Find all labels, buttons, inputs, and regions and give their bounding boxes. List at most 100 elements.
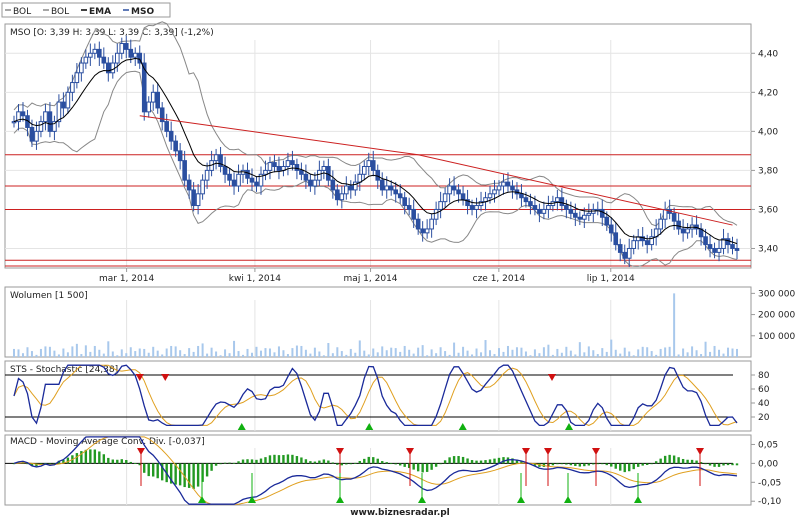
macd-histogram-bar	[336, 463, 339, 465]
macd-histogram-bar	[134, 463, 137, 464]
volume-bar	[556, 348, 559, 357]
macd-histogram-bar	[89, 449, 92, 464]
volume-bar	[188, 348, 191, 357]
macd-histogram-bar	[192, 463, 195, 489]
y-tick-label: 80	[758, 371, 770, 381]
volume-bar	[349, 348, 352, 357]
macd-histogram-bar	[111, 459, 114, 464]
volume-bar	[493, 354, 496, 357]
candle	[11, 121, 17, 124]
candle	[361, 165, 367, 175]
macd-histogram-bar	[596, 463, 599, 465]
macd-histogram-bar	[259, 458, 263, 464]
candle	[101, 56, 107, 64]
sell-signal-marker	[406, 448, 414, 455]
candle	[496, 185, 502, 191]
volume-bar	[53, 350, 56, 357]
volume-bar	[340, 351, 343, 357]
macd-histogram-bar	[390, 463, 393, 465]
macd-histogram-bar	[372, 457, 375, 464]
buy-signal-marker	[458, 423, 467, 430]
volume-bar	[421, 345, 424, 357]
macd-histogram-bar	[484, 460, 487, 464]
volume-bar	[224, 349, 227, 357]
volume-bar	[277, 346, 280, 357]
volume-bar	[57, 354, 60, 357]
macd-histogram-bar	[178, 463, 182, 486]
volume-bar	[533, 349, 536, 357]
volume-bar	[614, 349, 617, 357]
candle	[487, 193, 493, 199]
candle	[541, 208, 547, 214]
y-tick-label: 4,40	[758, 49, 778, 59]
volume-bar	[596, 354, 599, 357]
candle	[299, 169, 304, 175]
macd-histogram-bar	[659, 458, 662, 464]
buy-signal-marker	[418, 496, 426, 503]
candle	[92, 48, 98, 54]
volume-bar	[98, 349, 101, 357]
candle	[712, 247, 717, 253]
macd-histogram-bar	[681, 458, 685, 464]
x-tick-label: kwi 1, 2014	[229, 274, 282, 284]
volume-bar	[731, 348, 734, 357]
volume-bar	[574, 354, 577, 357]
sell-signal-marker	[548, 374, 556, 381]
candle	[110, 62, 116, 74]
macd-histogram-bar	[434, 463, 438, 467]
macd-histogram-bar	[717, 463, 721, 467]
macd-histogram-bar	[232, 462, 236, 464]
candle	[83, 56, 89, 64]
candle	[146, 101, 152, 113]
volume-bar	[313, 347, 316, 357]
candle	[267, 162, 273, 171]
macd-histogram-bar	[565, 463, 568, 465]
volume-bar	[30, 351, 33, 357]
volume-bar	[210, 347, 213, 357]
macd-histogram-bar	[587, 463, 591, 466]
volume-bar	[165, 348, 168, 357]
volume-bar	[291, 348, 294, 357]
volume-bar	[219, 355, 222, 357]
macd-histogram-bar	[394, 463, 397, 465]
volume-bar	[93, 345, 96, 357]
candle	[119, 43, 125, 54]
volume-bar	[134, 351, 137, 357]
macd-histogram-bar	[632, 463, 635, 470]
y-tick-label: 3,40	[758, 244, 778, 254]
candle	[429, 218, 434, 230]
volume-bar	[300, 345, 303, 357]
sell-signal-marker	[592, 448, 600, 455]
candle	[308, 179, 313, 187]
legend-label: BOL	[13, 7, 31, 17]
volume-bar	[372, 348, 375, 357]
candle	[402, 197, 407, 207]
macd-histogram-bar	[695, 460, 698, 464]
volume-bar	[560, 352, 563, 357]
candle	[586, 212, 592, 216]
candle	[671, 212, 677, 222]
macd-histogram-bar	[637, 463, 640, 467]
candle	[676, 220, 681, 230]
volume-bar	[71, 346, 74, 357]
candle	[411, 208, 416, 220]
candle	[123, 43, 129, 50]
macd-histogram-bar	[475, 460, 478, 464]
volume-bar	[206, 353, 209, 357]
volume-bar	[192, 351, 195, 357]
volume-bar	[129, 347, 132, 357]
volume-bar	[304, 349, 307, 357]
macd-title: MACD - Moving Average Conv. Div. [-0,037…	[10, 437, 205, 447]
candle	[222, 165, 228, 175]
sell-signal-marker	[696, 448, 704, 455]
volume-bar	[713, 345, 716, 357]
macd-histogram-bar	[430, 463, 433, 470]
volume-bar	[107, 341, 110, 357]
volume-bar	[601, 348, 604, 357]
volume-bar	[363, 350, 366, 357]
candle	[662, 208, 668, 220]
candle	[375, 169, 381, 181]
candle	[546, 205, 551, 210]
candle	[644, 240, 650, 246]
volume-bar	[659, 348, 662, 357]
